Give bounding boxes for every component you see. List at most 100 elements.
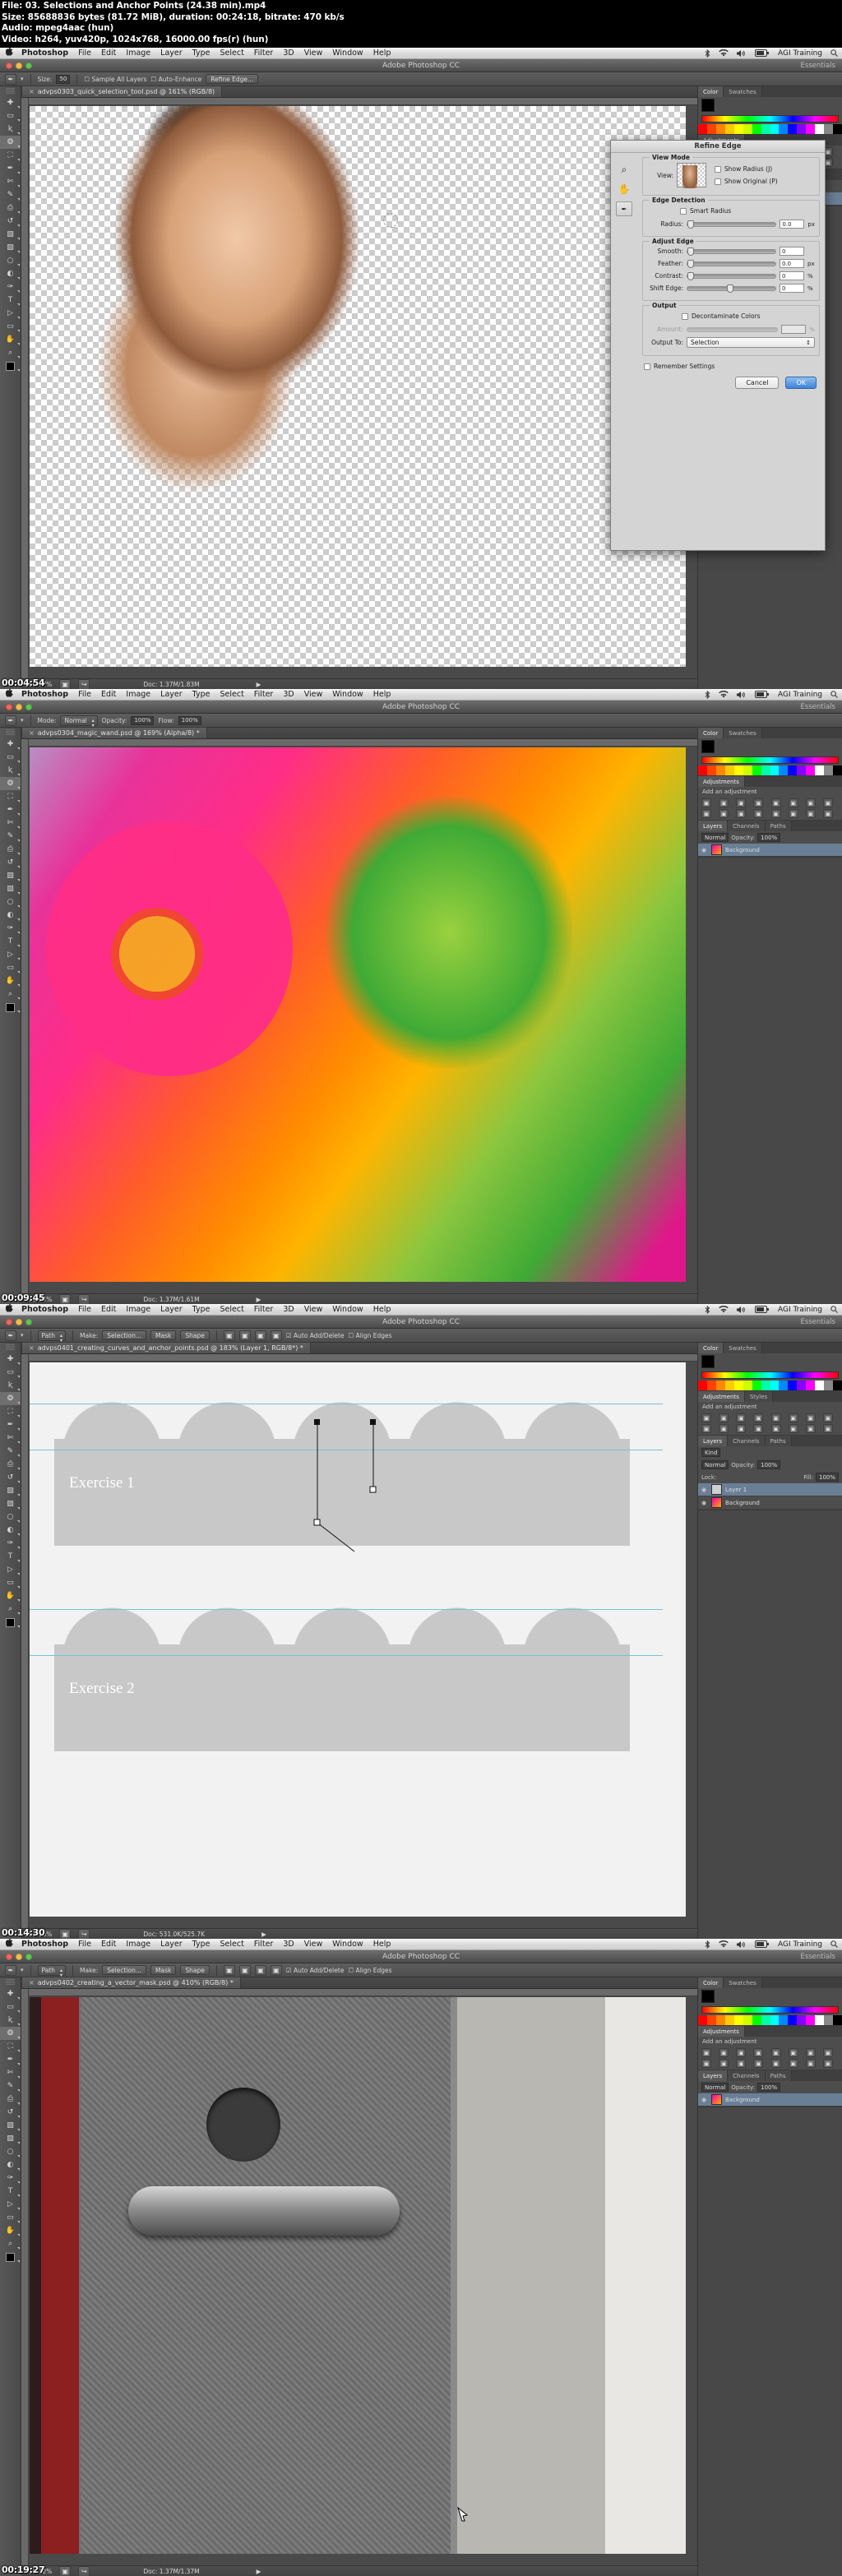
- adjust-edge-slider[interactable]: [687, 284, 776, 293]
- menu-item-layer[interactable]: Layer: [155, 49, 187, 58]
- quick-selection-tool-icon[interactable]: ❂: [0, 2027, 21, 2040]
- swatch[interactable]: [833, 770, 842, 775]
- layer-visibility-icon[interactable]: ◉: [701, 2097, 708, 2103]
- blur-tool-icon[interactable]: ○: [0, 2145, 21, 2158]
- lasso-tool-icon[interactable]: ⱪ: [0, 123, 21, 136]
- eyedropper-tool-icon[interactable]: ✒: [0, 1418, 21, 1431]
- swatch[interactable]: [724, 129, 734, 134]
- tab-layers[interactable]: Layers: [698, 1436, 729, 1446]
- menu-item-photoshop[interactable]: Photoshop: [18, 49, 73, 58]
- zoom-tool-icon[interactable]: ⌕: [0, 2237, 21, 2250]
- tools-panel-grip[interactable]: [6, 1344, 15, 1351]
- align-edges-checkbox[interactable]: ☐ Align Edges: [348, 1967, 391, 1974]
- adjust-edge-value-input[interactable]: 0: [780, 271, 804, 280]
- spotlight-icon[interactable]: [826, 691, 842, 698]
- menu-item-window[interactable]: Window: [327, 49, 368, 58]
- auto-add-delete-checkbox[interactable]: ☑ Auto Add/Delete: [286, 1967, 345, 1974]
- battery-icon[interactable]: [751, 1940, 774, 1948]
- history-brush-tool-icon[interactable]: ↺: [0, 215, 21, 228]
- rectangle-tool-icon[interactable]: ▭: [0, 320, 21, 333]
- threshold-icon[interactable]: ▣: [788, 1424, 798, 1433]
- menu-item-photoshop[interactable]: Photoshop: [18, 1305, 73, 1314]
- document-canvas[interactable]: [30, 747, 686, 1282]
- opacity-value[interactable]: 100%: [757, 1460, 781, 1469]
- status-expand-arrow[interactable]: ▶: [261, 1931, 266, 1938]
- radius-slider-knob[interactable]: [687, 220, 694, 229]
- lasso-tool-icon[interactable]: ⱪ: [0, 2014, 21, 2027]
- path-alignment-icon[interactable]: ▣: [238, 1964, 251, 1976]
- menu-item-image[interactable]: Image: [121, 1940, 155, 1949]
- tab-color[interactable]: Color: [698, 1343, 724, 1353]
- volume-icon[interactable]: [733, 691, 751, 699]
- gradient-map-icon[interactable]: ▣: [805, 809, 816, 818]
- remember-settings-checkbox[interactable]: Remember Settings: [644, 363, 825, 370]
- adjust-edge-slider-knob[interactable]: [687, 271, 694, 280]
- align-edges-checkbox[interactable]: ☐ Align Edges: [348, 1332, 391, 1339]
- color-lookup-icon[interactable]: ▣: [736, 2059, 747, 2068]
- sample-all-layers-checkbox[interactable]: ☐ Sample All Layers: [84, 76, 146, 83]
- swatch[interactable]: [815, 2020, 825, 2025]
- layer-row[interactable]: ◉ Layer 1: [698, 1483, 842, 1496]
- swatch[interactable]: [752, 1385, 761, 1390]
- color-balance-icon[interactable]: ▣: [805, 798, 816, 807]
- exposure-icon[interactable]: ▣: [753, 2048, 764, 2057]
- vertical-ruler[interactable]: [21, 98, 29, 678]
- marquee-tool-icon[interactable]: ▭: [0, 1366, 21, 1379]
- swatch[interactable]: [833, 2020, 842, 2025]
- tab-layers[interactable]: Layers: [698, 821, 729, 831]
- tab-paths[interactable]: Paths: [765, 2070, 792, 2081]
- channel-mixer-icon[interactable]: ▣: [719, 2059, 729, 2068]
- smart-radius-checkbox[interactable]: Smart Radius: [680, 207, 815, 215]
- adjust-edge-slider[interactable]: [687, 271, 776, 280]
- pen-tool-icon[interactable]: ✒: [5, 1330, 16, 1341]
- menu-item-window[interactable]: Window: [327, 1305, 368, 1314]
- dodge-tool-icon[interactable]: ◐: [0, 2158, 21, 2171]
- posterize-icon[interactable]: ▣: [770, 1424, 781, 1433]
- clone-stamp-tool-icon[interactable]: ⎙: [0, 1458, 21, 1471]
- spotlight-icon[interactable]: [826, 1940, 842, 1948]
- swatch[interactable]: [733, 770, 743, 775]
- color-ramp[interactable]: [701, 756, 839, 764]
- swatch[interactable]: [779, 1385, 789, 1390]
- menu-item-filter[interactable]: Filter: [249, 690, 279, 699]
- close-document-icon[interactable]: ×: [29, 88, 35, 95]
- zoom-tool-icon[interactable]: ⌕: [0, 346, 21, 359]
- document-canvas[interactable]: Exercise 1 Exercise 2: [30, 1362, 686, 1917]
- curves-icon[interactable]: ▣: [736, 2048, 747, 2057]
- eraser-tool-icon[interactable]: ▧: [0, 228, 21, 241]
- dodge-tool-icon[interactable]: ◐: [0, 1524, 21, 1537]
- brush-tool-icon[interactable]: ✎: [0, 2079, 21, 2093]
- invert-icon[interactable]: ▣: [753, 1424, 764, 1433]
- lasso-tool-icon[interactable]: ⱪ: [0, 1379, 21, 1392]
- horizontal-ruler[interactable]: [21, 98, 697, 105]
- make-selection-button[interactable]: Selection...: [102, 1330, 147, 1340]
- move-tool-icon[interactable]: ✚: [0, 96, 21, 109]
- swatch[interactable]: [724, 1385, 734, 1390]
- pen-tool-icon[interactable]: ✑: [0, 1537, 21, 1550]
- tool-preset-chevron[interactable]: ▾: [21, 1967, 24, 1973]
- opacity-value[interactable]: 100%: [131, 715, 155, 725]
- bluetooth-icon[interactable]: [701, 49, 715, 58]
- gradient-tool-icon[interactable]: ▨: [0, 2132, 21, 2145]
- color-ramp[interactable]: [701, 1371, 839, 1379]
- horizontal-ruler[interactable]: [21, 1989, 697, 1996]
- tool-preset-chevron[interactable]: ▾: [21, 717, 24, 724]
- tab-channels[interactable]: Channels: [728, 821, 766, 831]
- menu-item-edit[interactable]: Edit: [96, 1305, 121, 1314]
- move-tool-icon[interactable]: ✚: [0, 1353, 21, 1366]
- blur-tool-icon[interactable]: ○: [0, 254, 21, 267]
- show-radius-checkbox[interactable]: Show Radius (J): [715, 165, 778, 173]
- healing-brush-tool-icon[interactable]: ✄: [0, 1431, 21, 1445]
- output-to-select[interactable]: Selection ↕: [687, 337, 815, 348]
- brush-tool-icon[interactable]: ✎: [0, 830, 21, 843]
- foreground-background-color-swatch[interactable]: [0, 1616, 21, 1629]
- swatch[interactable]: [815, 770, 825, 775]
- swatch[interactable]: [761, 129, 770, 134]
- tab-adjustments[interactable]: Adjustments: [698, 1391, 745, 1402]
- foreground-background-color-swatch[interactable]: [0, 359, 21, 372]
- refine-radius-brush-icon[interactable]: ✒: [616, 201, 632, 216]
- menu-item-view[interactable]: View: [299, 1940, 328, 1949]
- menu-item-3d[interactable]: 3D: [278, 1305, 298, 1314]
- crop-tool-icon[interactable]: ⛶: [0, 1405, 21, 1418]
- swatches-grid[interactable]: [698, 1380, 842, 1390]
